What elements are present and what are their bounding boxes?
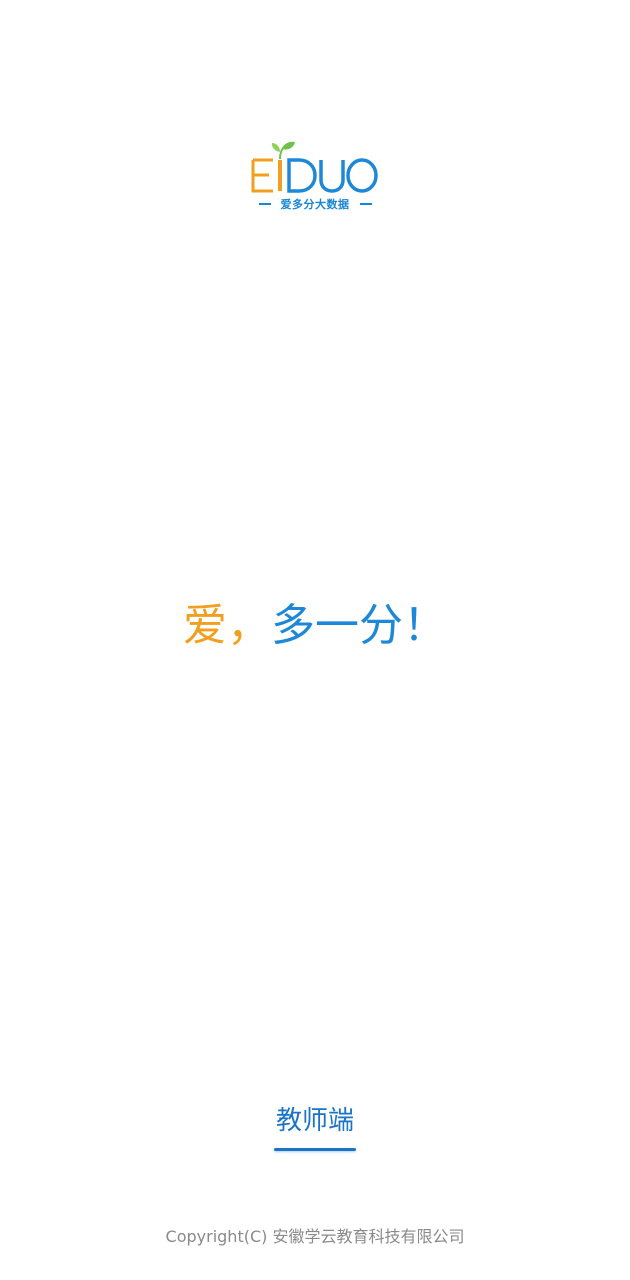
logo-subtitle-text: 爱多分大数据 [280, 198, 350, 211]
subtitle-dash-right [359, 203, 372, 205]
slogan-comma: ， [227, 600, 271, 651]
slogan-part1: 爱 [183, 600, 227, 651]
logo-wordmark [249, 140, 381, 196]
logo-subtitle: 爱多分大数据 [249, 195, 381, 213]
subtitle-dash-left [258, 203, 271, 205]
copyright-text: Copyright(C) 安徽学云教育科技有限公司 [165, 1227, 465, 1246]
slogan-part2: 多一分！ [271, 600, 447, 651]
app-logo: 爱多分大数据 [249, 140, 381, 214]
slogan: 爱，多一分！ [0, 596, 630, 656]
tab-teacher[interactable]: 教师端 [265, 1100, 365, 1156]
tab-teacher-label: 教师端 [275, 1106, 354, 1136]
leaf-icon [271, 141, 295, 160]
tab-selected-indicator [274, 1148, 356, 1151]
